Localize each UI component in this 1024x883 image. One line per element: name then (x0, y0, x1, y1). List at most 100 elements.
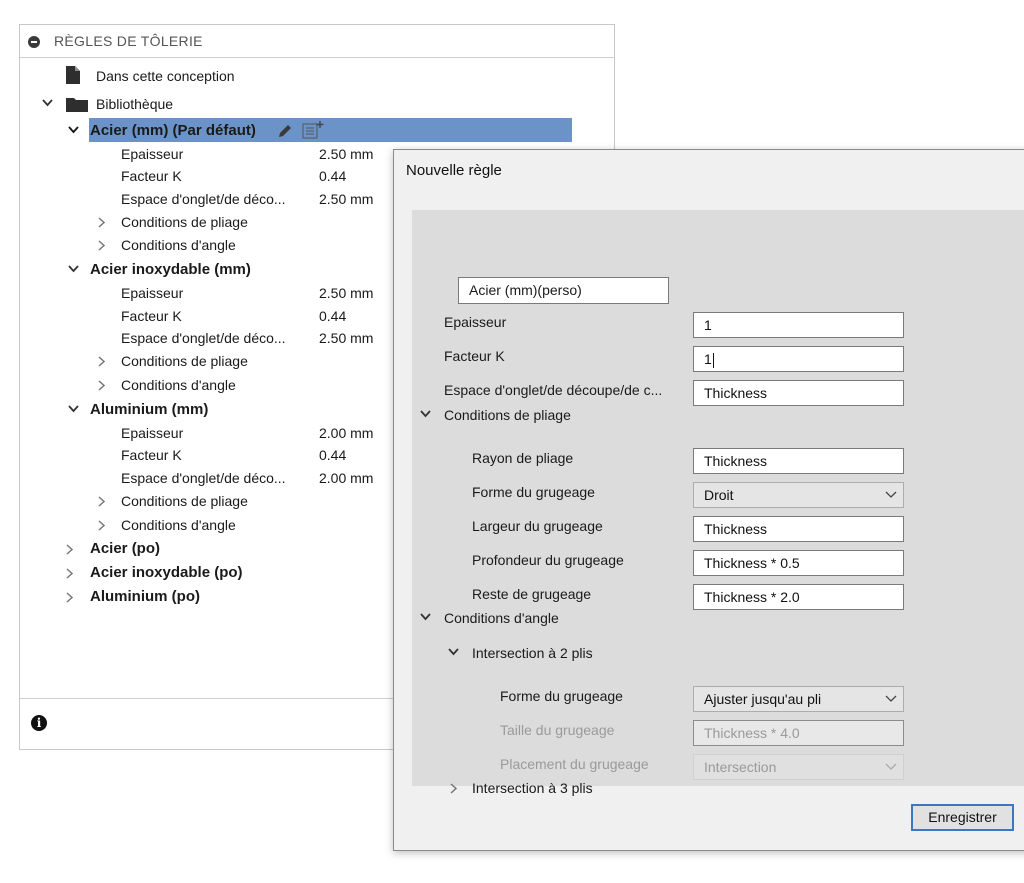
subgroup-label: Conditions de pliage (121, 353, 248, 369)
select-value: Droit (704, 487, 734, 503)
panel-title: RÈGLES DE TÔLERIE (54, 33, 203, 49)
dialog-title: Nouvelle règle (406, 162, 502, 179)
corner-size-label: Taille du grugeage (500, 722, 615, 738)
chevron-down-icon[interactable] (420, 404, 431, 426)
select-value: Ajuster jusqu'au pli (704, 691, 822, 707)
property-value: 2.50 mm (319, 285, 374, 301)
property-label: Epaisseur (121, 425, 184, 441)
text-cursor (712, 352, 714, 368)
property-row: Facteur K 0.44 (121, 165, 346, 187)
property-label: Espace d'onglet/de déco... (121, 191, 286, 207)
chevron-down-icon[interactable] (420, 607, 431, 629)
corner-placement-label: Placement du grugeage (500, 756, 649, 772)
property-label: Espace d'onglet/de déco... (121, 470, 286, 486)
property-row: Espace d'onglet/de déco... 2.00 mm (121, 467, 373, 489)
kfactor-value: 1 (704, 351, 712, 367)
dialog-body: Acier (mm)(perso) Epaisseur 1 Facteur K … (412, 210, 1024, 796)
property-value: 0.44 (319, 447, 347, 463)
select-value: Intersection (704, 759, 777, 775)
property-row: Epaisseur 2.50 mm (121, 282, 373, 304)
relief-width-label: Largeur du grugeage (472, 518, 603, 534)
relief-shape-select[interactable]: Droit (693, 482, 904, 508)
chevron-right-icon[interactable] (98, 234, 108, 256)
chevron-down-icon[interactable] (68, 120, 79, 142)
property-value: 0.44 (319, 168, 347, 184)
chevron-down-icon (885, 763, 897, 770)
bend-radius-label: Rayon de pliage (472, 450, 574, 466)
pencil-icon[interactable] (276, 122, 294, 140)
section-label: Intersection à 2 plis (472, 645, 593, 661)
panel-header: RÈGLES DE TÔLERIE (20, 25, 614, 58)
gap-label: Espace d'onglet/de découpe/de c... (444, 382, 663, 398)
section-label: Conditions d'angle (444, 610, 559, 626)
subgroup-label: Conditions de pliage (121, 214, 248, 230)
property-value: 0.44 (319, 308, 347, 324)
tree-item-label: Dans cette conception (96, 68, 235, 84)
chevron-right-icon[interactable] (450, 777, 460, 799)
subgroup-label: Conditions d'angle (121, 517, 236, 533)
add-list-icon[interactable] (302, 121, 324, 139)
chevron-right-icon[interactable] (98, 490, 108, 512)
kfactor-input[interactable]: 1 (693, 346, 904, 372)
chevron-down-icon (885, 491, 897, 498)
corner-size-input: Thickness * 4.0 (693, 720, 904, 746)
info-icon[interactable]: i (31, 715, 47, 731)
chevron-right-icon[interactable] (98, 350, 108, 372)
chevron-down-icon[interactable] (68, 259, 79, 281)
tree-item-label: Bibliothèque (96, 96, 174, 112)
property-label: Facteur K (121, 447, 182, 463)
property-row: Espace d'onglet/de déco... 2.50 mm (121, 327, 373, 349)
rule-name-input[interactable]: Acier (mm)(perso) (458, 277, 669, 304)
property-row: Epaisseur 2.50 mm (121, 143, 373, 165)
chevron-down-icon[interactable] (42, 93, 53, 115)
chevron-right-icon[interactable] (98, 514, 108, 536)
property-label: Espace d'onglet/de déco... (121, 330, 286, 346)
relief-depth-input[interactable]: Thickness * 0.5 (693, 550, 904, 576)
chevron-right-icon[interactable] (66, 538, 76, 560)
section-label: Intersection à 3 plis (472, 780, 593, 796)
rule-name: Acier inoxydable (po) (90, 564, 243, 581)
rule-name: Aluminium (po) (90, 588, 200, 605)
chevron-down-icon (885, 695, 897, 702)
property-row: Espace d'onglet/de déco... 2.50 mm (121, 188, 373, 210)
property-label: Facteur K (121, 308, 182, 324)
rule-name: Acier (mm) (Par défaut) (90, 122, 256, 139)
property-value: 2.50 mm (319, 191, 374, 207)
chevron-down-icon[interactable] (68, 399, 79, 421)
relief-depth-label: Profondeur du grugeage (472, 552, 624, 568)
chevron-right-icon[interactable] (66, 586, 76, 608)
relief-remnant-label: Reste de grugeage (472, 586, 592, 602)
rule-name: Acier inoxydable (mm) (90, 261, 251, 278)
corner-placement-select: Intersection (693, 754, 904, 780)
relief-remnant-input[interactable]: Thickness * 2.0 (693, 584, 904, 610)
corner-shape-select[interactable]: Ajuster jusqu'au pli (693, 686, 904, 712)
property-value: 2.00 mm (319, 470, 374, 486)
relief-shape-label: Forme du grugeage (472, 484, 595, 500)
chevron-right-icon[interactable] (98, 211, 108, 233)
chevron-down-icon[interactable] (448, 642, 459, 664)
property-row: Epaisseur 2.00 mm (121, 422, 373, 444)
section-label: Conditions de pliage (444, 407, 571, 423)
thickness-label: Epaisseur (444, 314, 507, 330)
chevron-right-icon[interactable] (66, 562, 76, 584)
gap-input[interactable]: Thickness (693, 380, 904, 406)
collapse-panel-icon[interactable] (28, 36, 40, 48)
property-value: 2.50 mm (319, 330, 374, 346)
kfactor-label: Facteur K (444, 348, 505, 364)
property-label: Epaisseur (121, 146, 184, 162)
save-button[interactable]: Enregistrer (911, 804, 1014, 831)
rule-name: Aluminium (mm) (90, 401, 209, 418)
document-icon (66, 66, 80, 84)
bend-radius-input[interactable]: Thickness (693, 448, 904, 474)
chevron-right-icon[interactable] (98, 374, 108, 396)
subgroup-label: Conditions d'angle (121, 237, 236, 253)
subgroup-label: Conditions d'angle (121, 377, 236, 393)
new-rule-dialog: Nouvelle règle Acier (mm)(perso) Epaisse… (393, 149, 1024, 851)
property-row: Facteur K 0.44 (121, 444, 346, 466)
property-label: Facteur K (121, 168, 182, 184)
relief-width-input[interactable]: Thickness (693, 516, 904, 542)
property-value: 2.00 mm (319, 425, 374, 441)
folder-icon (66, 98, 88, 112)
corner-shape-label: Forme du grugeage (500, 688, 623, 704)
thickness-input[interactable]: 1 (693, 312, 904, 338)
